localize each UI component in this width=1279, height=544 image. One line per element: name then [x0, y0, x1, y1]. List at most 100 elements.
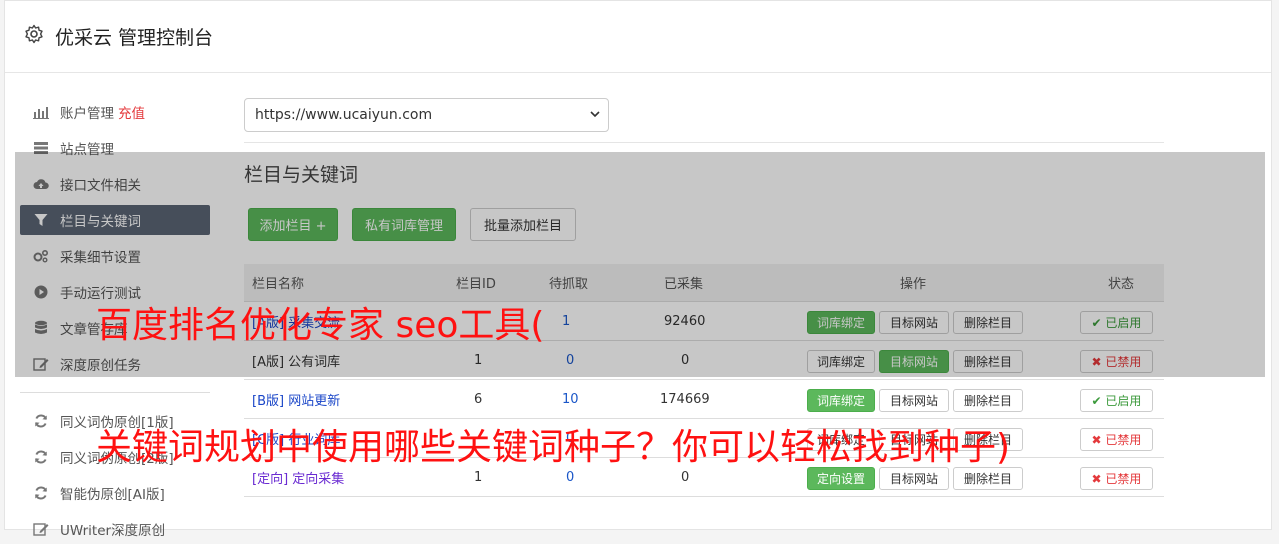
database-icon: [32, 320, 50, 336]
sidebar-item-synonym-v2[interactable]: 同义词伪原创[2版]: [20, 442, 210, 472]
status-toggle[interactable]: ✔ 已启用: [1080, 311, 1153, 334]
target-site-button[interactable]: 目标网站: [879, 389, 949, 412]
cogs-icon: [32, 248, 50, 264]
close-icon: ✖: [1091, 354, 1106, 369]
column-name-link[interactable]: [C版] 行业词库: [252, 419, 340, 457]
edit-icon: [32, 356, 50, 372]
close-icon: ✖: [1091, 471, 1106, 486]
sidebar-item-label: 采集细节设置: [60, 250, 141, 266]
refresh-icon: [32, 413, 50, 429]
divider: [244, 142, 1164, 143]
sidebar-item-label: 手动运行测试: [60, 286, 141, 302]
column-name-link[interactable]: [A版] 采集交流: [252, 302, 340, 340]
column-id: 1: [474, 352, 483, 368]
header-ops: 操作: [900, 277, 927, 292]
table-header: 栏目名称 栏目ID 待抓取 已采集 操作 状态: [244, 264, 1164, 302]
sidebar-item-label: 智能伪原创[AI版]: [60, 487, 165, 503]
bind-library-button[interactable]: 词库绑定: [807, 389, 875, 412]
status-toggle[interactable]: ✖ 已禁用: [1080, 350, 1153, 373]
target-site-button[interactable]: 目标网站: [879, 350, 949, 373]
sidebar-item-uwriter[interactable]: UWriter深度原创: [20, 514, 210, 544]
cloud-upload-icon: [32, 176, 50, 192]
sidebar-item-label: 账户管理: [60, 106, 114, 122]
column-id: 1: [474, 469, 483, 485]
private-library-button[interactable]: 私有词库管理: [352, 208, 456, 241]
sidebar-item-columns-keywords[interactable]: 栏目与关键词: [20, 205, 210, 235]
sidebar-item-sites[interactable]: 站点管理: [20, 133, 210, 163]
batch-add-column-button[interactable]: 批量添加栏目: [470, 208, 576, 241]
sidebar-item-collect-settings[interactable]: 采集细节设置: [20, 241, 210, 271]
column-name-link[interactable]: [A版] 公有词库: [252, 341, 340, 379]
sidebar-item-deep-original[interactable]: 深度原创任务: [20, 349, 210, 379]
bar-chart-icon: [32, 104, 50, 120]
status-label: 已启用: [1105, 316, 1142, 330]
delete-column-button[interactable]: 删除栏目: [953, 389, 1023, 412]
section-title: 栏目与关键词: [244, 164, 359, 186]
pending-count: 0: [566, 430, 575, 446]
column-id: 6: [474, 391, 483, 407]
targeted-settings-button[interactable]: 定向设置: [807, 467, 875, 490]
sidebar-item-ai-rewrite[interactable]: 智能伪原创[AI版]: [20, 478, 210, 508]
bind-library-button[interactable]: 词库绑定: [807, 350, 875, 373]
sidebar-item-label: 栏目与关键词: [60, 214, 141, 230]
pending-count: 0: [566, 469, 575, 485]
sidebar-item-manual-run[interactable]: 手动运行测试: [20, 277, 210, 307]
check-icon: ✔: [1091, 393, 1106, 408]
collected-count: 174669: [660, 391, 710, 407]
bind-library-button[interactable]: 词库绑定: [807, 428, 875, 451]
refresh-icon: [32, 485, 50, 501]
sidebar-item-label: 同义词伪原创[1版]: [60, 415, 174, 431]
delete-column-button[interactable]: 删除栏目: [953, 467, 1023, 490]
sidebar-item-label: UWriter深度原创: [60, 523, 166, 539]
server-icon: [32, 140, 50, 156]
refresh-icon: [32, 449, 50, 465]
delete-column-button[interactable]: 删除栏目: [953, 428, 1023, 451]
play-icon: [32, 284, 50, 300]
target-site-button[interactable]: 目标网站: [879, 428, 949, 451]
pending-count: 10: [562, 391, 579, 407]
status-toggle[interactable]: ✖ 已禁用: [1080, 467, 1153, 490]
target-site-button[interactable]: 目标网站: [879, 467, 949, 490]
status-toggle[interactable]: ✖ 已禁用: [1080, 428, 1153, 451]
sidebar-item-label: 文章管存库: [60, 322, 128, 338]
collected-count: 92460: [664, 313, 706, 329]
status-toggle[interactable]: ✔ 已启用: [1080, 389, 1153, 412]
sidebar-item-article-store[interactable]: 文章管存库: [20, 313, 210, 343]
close-icon: ✖: [1091, 432, 1106, 447]
table-row: [A版] 公有词库 1 0 0 词库绑定 目标网站 删除栏目 ✖ 已禁用: [244, 341, 1164, 380]
sidebar-item-label: 深度原创任务: [60, 358, 141, 374]
collected-count: 0: [681, 469, 690, 485]
pending-count: 1: [562, 313, 571, 329]
header-name: 栏目名称: [252, 277, 305, 292]
add-column-button[interactable]: 添加栏目 +: [248, 208, 338, 241]
sidebar-divider: [20, 392, 210, 393]
sidebar-item-synonym-v1[interactable]: 同义词伪原创[1版]: [20, 406, 210, 436]
site-select[interactable]: https://www.ucaiyun.com: [244, 98, 609, 132]
header-pending: 待抓取: [549, 277, 589, 292]
column-name-link[interactable]: [B版] 网站更新: [252, 380, 340, 418]
edit-icon: [32, 521, 50, 537]
sidebar-item-label: 站点管理: [60, 142, 114, 158]
gear-icon: [25, 24, 43, 44]
page-title: 优采云 管理控制台: [55, 27, 214, 49]
status-label: 已启用: [1105, 394, 1142, 408]
recharge-link[interactable]: 充值: [118, 102, 145, 122]
filter-icon: [32, 212, 50, 228]
target-site-button[interactable]: 目标网站: [879, 311, 949, 334]
table-row: [C版] 行业词库 0 词库绑定 目标网站 删除栏目 ✖ 已禁用: [244, 419, 1164, 458]
sidebar-item-account[interactable]: 账户管理 充值: [20, 97, 210, 127]
bind-library-button[interactable]: 词库绑定: [807, 311, 875, 334]
column-name-link[interactable]: [定向] 定向采集: [252, 458, 344, 496]
site-select-value: https://www.ucaiyun.com: [255, 107, 433, 123]
delete-column-button[interactable]: 删除栏目: [953, 350, 1023, 373]
header-id: 栏目ID: [456, 277, 496, 292]
status-label: 已禁用: [1105, 472, 1142, 486]
delete-column-button[interactable]: 删除栏目: [953, 311, 1023, 334]
sidebar-item-label: 同义词伪原创[2版]: [60, 451, 174, 467]
header-collected: 已采集: [664, 277, 704, 292]
collected-count: 0: [681, 352, 690, 368]
sidebar-item-interface-files[interactable]: 接口文件相关: [20, 169, 210, 199]
check-icon: ✔: [1091, 315, 1106, 330]
chevron-down-icon: [590, 111, 600, 118]
sidebar-item-label: 接口文件相关: [60, 178, 141, 194]
